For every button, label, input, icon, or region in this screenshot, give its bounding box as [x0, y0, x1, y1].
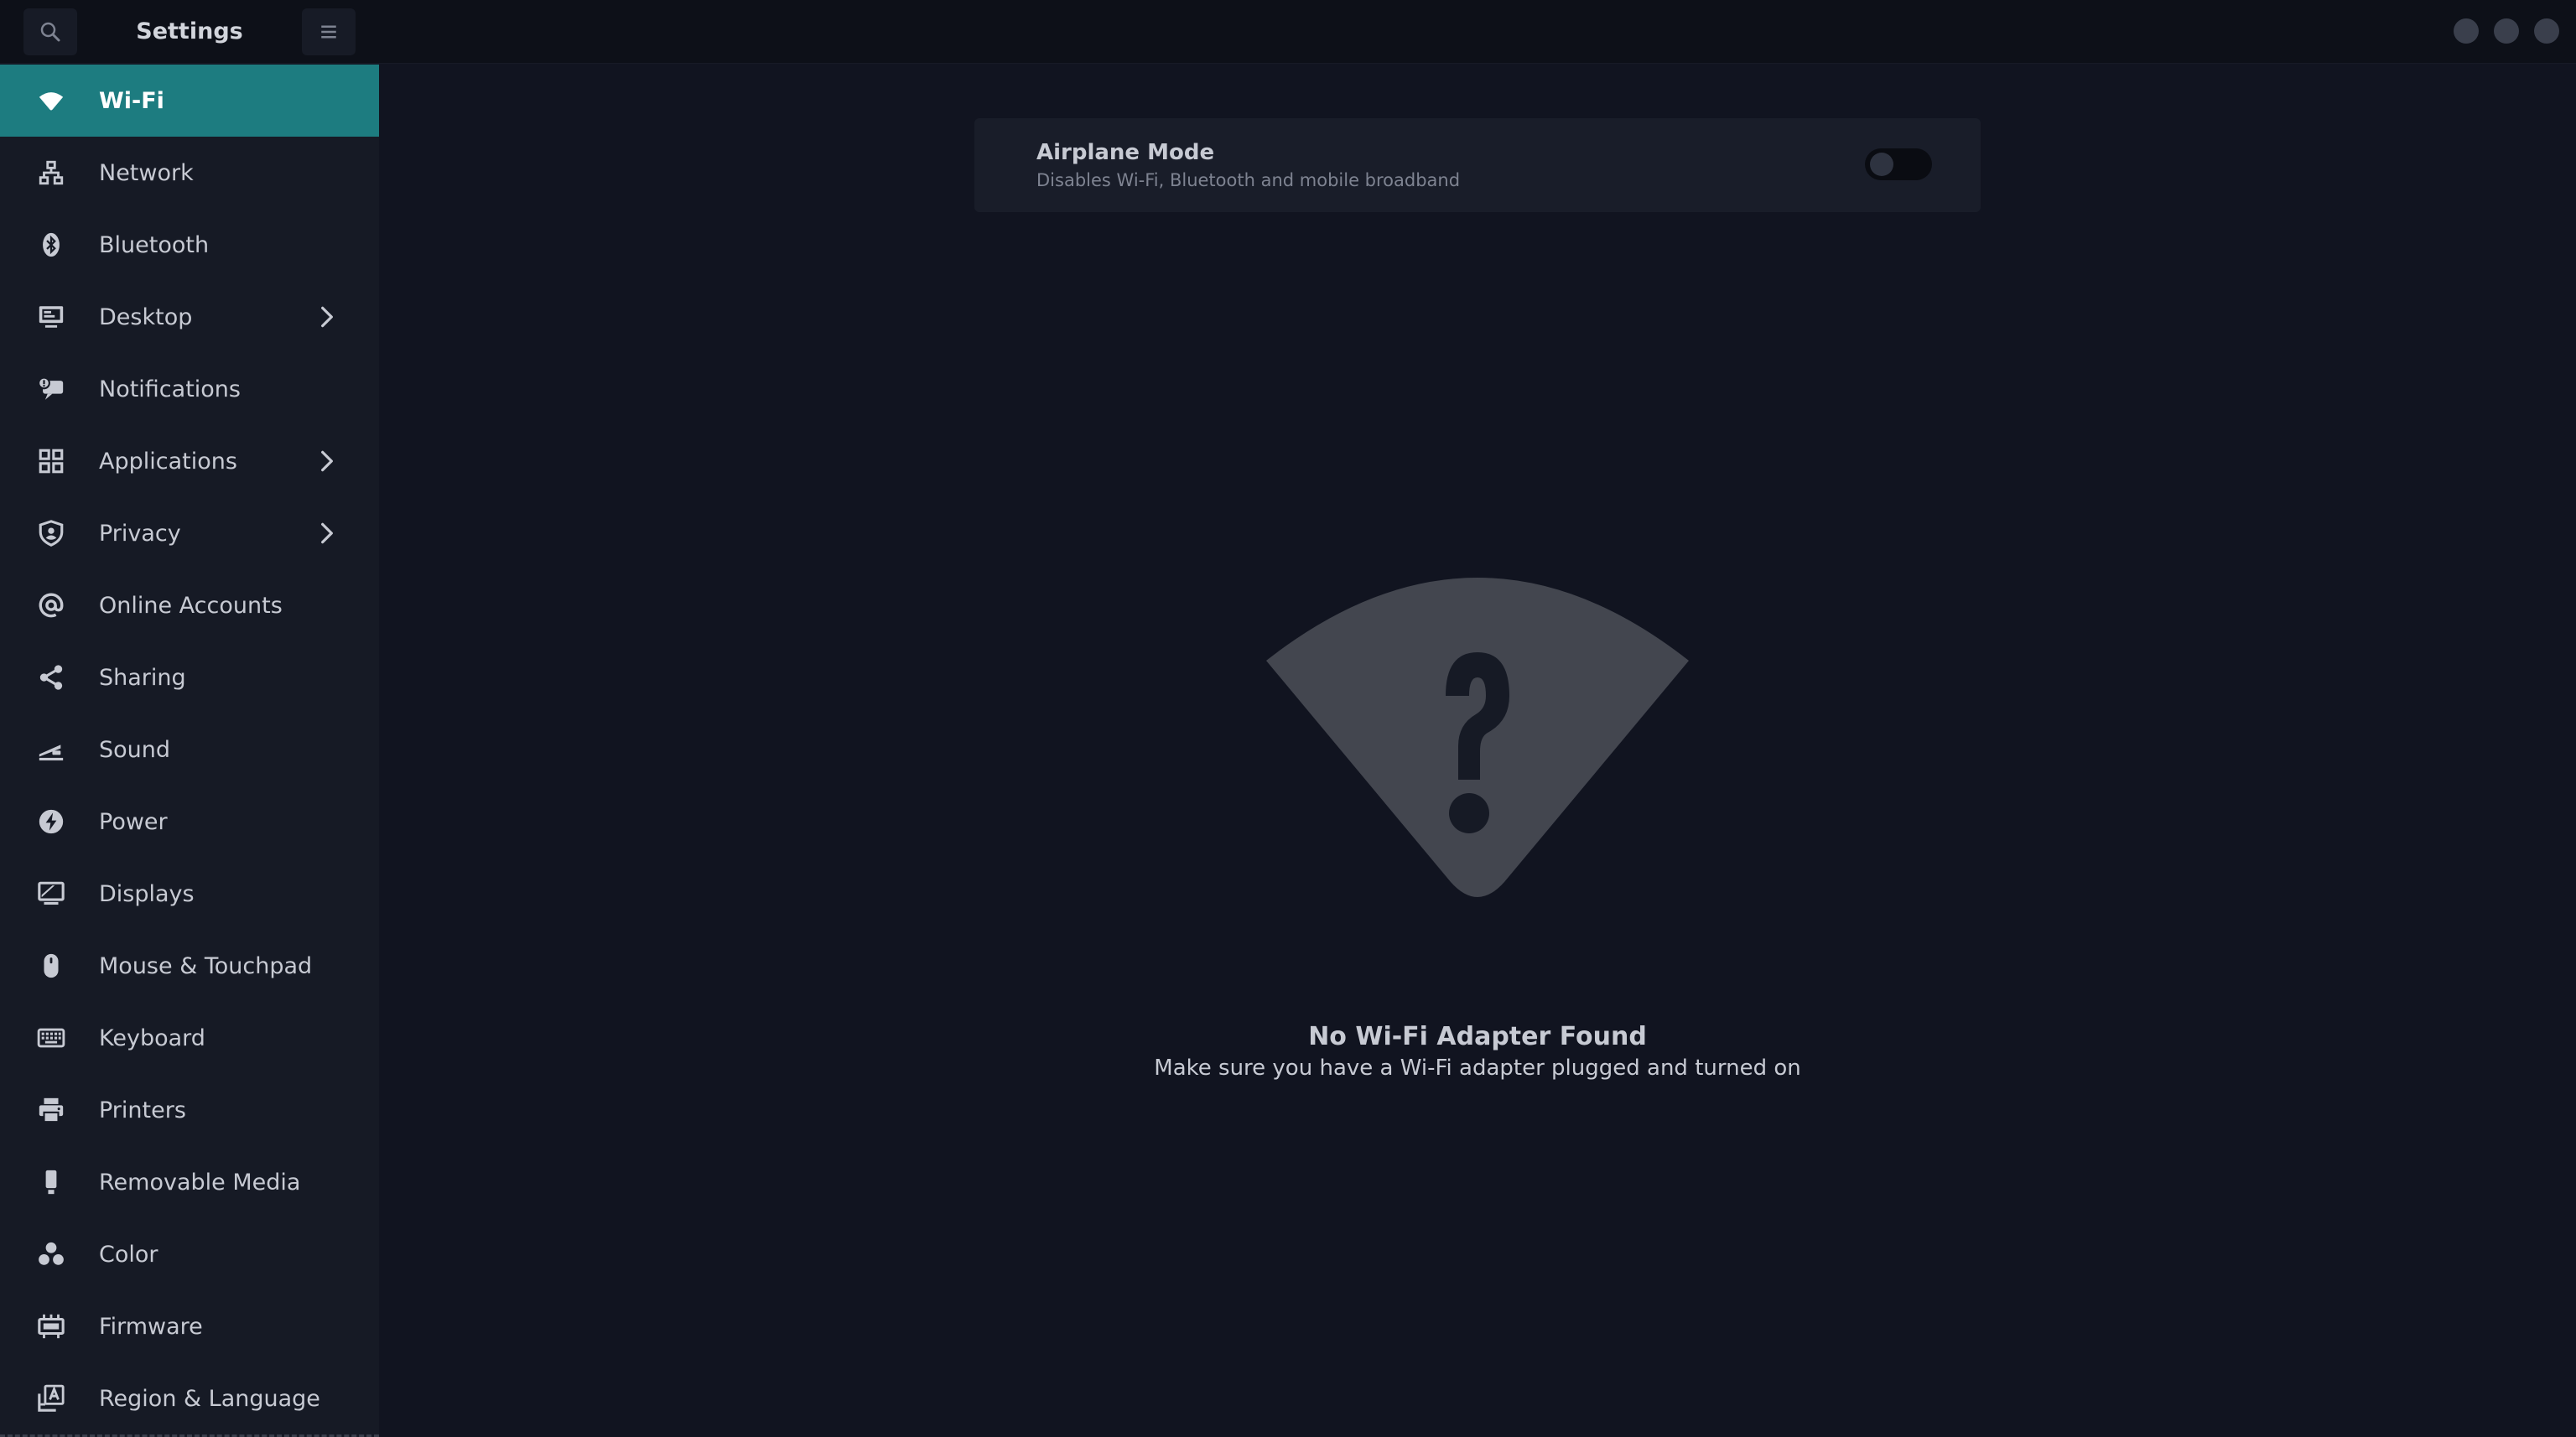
sidebar-item-label: Color: [99, 1241, 158, 1268]
search-button[interactable]: [23, 8, 77, 55]
sidebar-item-label: Notifications: [99, 376, 241, 402]
sidebar-item-label: Removable Media: [99, 1169, 301, 1196]
sidebar-item-label: Desktop: [99, 303, 193, 330]
main-content: Airplane Mode Disables Wi-Fi, Bluetooth …: [379, 65, 2576, 1437]
mouse-icon: [37, 952, 65, 980]
sidebar-item-label: Online Accounts: [99, 592, 283, 619]
sidebar-item-mouse-touchpad[interactable]: Mouse & Touchpad: [0, 930, 379, 1002]
hamburger-menu-icon: [321, 25, 336, 39]
sidebar-item-label: Network: [99, 159, 194, 186]
printer-icon: [37, 1096, 65, 1124]
sidebar-item-applications[interactable]: Applications: [0, 425, 379, 497]
airplane-mode-row: Airplane Mode Disables Wi-Fi, Bluetooth …: [974, 118, 1981, 212]
share-icon: [37, 663, 65, 692]
header-bar: Settings: [0, 0, 2576, 64]
wifi-icon: [37, 86, 65, 115]
chevron-right-icon: [321, 306, 333, 328]
sidebar-item-label: Wi-Fi: [99, 87, 164, 114]
sidebar-item-privacy[interactable]: Privacy: [0, 497, 379, 569]
window-title: Settings: [136, 18, 243, 44]
privacy-shield-icon: [37, 519, 65, 547]
empty-state-subtitle: Make sure you have a Wi-Fi adapter plugg…: [1154, 1056, 1801, 1081]
sidebar-item-label: Bluetooth: [99, 231, 210, 258]
airplane-mode-title: Airplane Mode: [1036, 140, 1215, 165]
power-bolt-icon: [37, 807, 65, 836]
sidebar-item-label: Sound: [99, 736, 171, 763]
minimize-button[interactable]: [2454, 18, 2479, 44]
maximize-button[interactable]: [2494, 18, 2519, 44]
menu-button[interactable]: [302, 8, 356, 55]
sidebar-item-network[interactable]: Network: [0, 137, 379, 209]
airplane-mode-text: Airplane Mode Disables Wi-Fi, Bluetooth …: [1036, 140, 1460, 190]
sidebar-item-bluetooth[interactable]: Bluetooth: [0, 209, 379, 281]
chevron-right-icon: [321, 522, 333, 544]
sidebar-item-firmware[interactable]: Firmware: [0, 1290, 379, 1362]
search-icon: [40, 22, 60, 42]
wifi-unknown-icon: [1266, 578, 1689, 897]
airplane-mode-subtitle: Disables Wi-Fi, Bluetooth and mobile bro…: [1036, 170, 1461, 190]
keyboard-icon: [37, 1024, 65, 1052]
sound-icon: [37, 735, 65, 764]
desktop-icon: [37, 303, 65, 331]
sidebar-item-label: Region & Language: [99, 1385, 320, 1412]
close-button[interactable]: [2534, 18, 2559, 44]
sidebar-item-sharing[interactable]: Sharing: [0, 641, 379, 713]
sidebar-item-label: Power: [99, 808, 168, 835]
network-icon: [37, 158, 65, 187]
sidebar-item-label: Sharing: [99, 664, 186, 691]
chevron-right-icon: [321, 450, 333, 472]
sidebar: Wi-Fi Network Bluetooth Desktop Notifica…: [0, 65, 379, 1437]
displays-icon: [37, 879, 65, 908]
sidebar-item-desktop[interactable]: Desktop: [0, 281, 379, 353]
sidebar-item-wifi[interactable]: Wi-Fi: [0, 65, 379, 137]
sidebar-item-online-accounts[interactable]: Online Accounts: [0, 569, 379, 641]
toggle-knob: [1870, 153, 1893, 176]
applications-grid-icon: [37, 447, 65, 475]
usb-drive-icon: [37, 1168, 65, 1196]
sidebar-item-label: Applications: [99, 448, 237, 475]
sidebar-item-sound[interactable]: Sound: [0, 713, 379, 786]
firmware-chip-icon: [37, 1312, 65, 1341]
bluetooth-icon: [37, 231, 65, 259]
airplane-mode-toggle[interactable]: [1865, 148, 1932, 180]
sidebar-item-label: Mouse & Touchpad: [99, 952, 313, 979]
empty-state-title: No Wi-Fi Adapter Found: [1308, 1022, 1647, 1051]
sidebar-item-notifications[interactable]: Notifications: [0, 353, 379, 425]
sidebar-item-printers[interactable]: Printers: [0, 1074, 379, 1146]
sidebar-item-label: Firmware: [99, 1313, 203, 1340]
sidebar-item-region-language[interactable]: Region & Language: [0, 1362, 379, 1434]
sidebar-item-power[interactable]: Power: [0, 786, 379, 858]
window-controls: [2454, 18, 2559, 44]
sidebar-item-label: Keyboard: [99, 1025, 205, 1051]
sidebar-item-label: Displays: [99, 880, 195, 907]
color-icon: [37, 1240, 65, 1268]
sidebar-item-color[interactable]: Color: [0, 1218, 379, 1290]
at-sign-icon: [37, 591, 65, 620]
sidebar-item-label: Privacy: [99, 520, 181, 547]
sidebar-item-removable-media[interactable]: Removable Media: [0, 1146, 379, 1218]
region-language-icon: [37, 1384, 65, 1413]
notifications-icon: [37, 375, 65, 403]
sidebar-item-keyboard[interactable]: Keyboard: [0, 1002, 379, 1074]
sidebar-item-displays[interactable]: Displays: [0, 858, 379, 930]
sidebar-item-label: Printers: [99, 1097, 186, 1123]
